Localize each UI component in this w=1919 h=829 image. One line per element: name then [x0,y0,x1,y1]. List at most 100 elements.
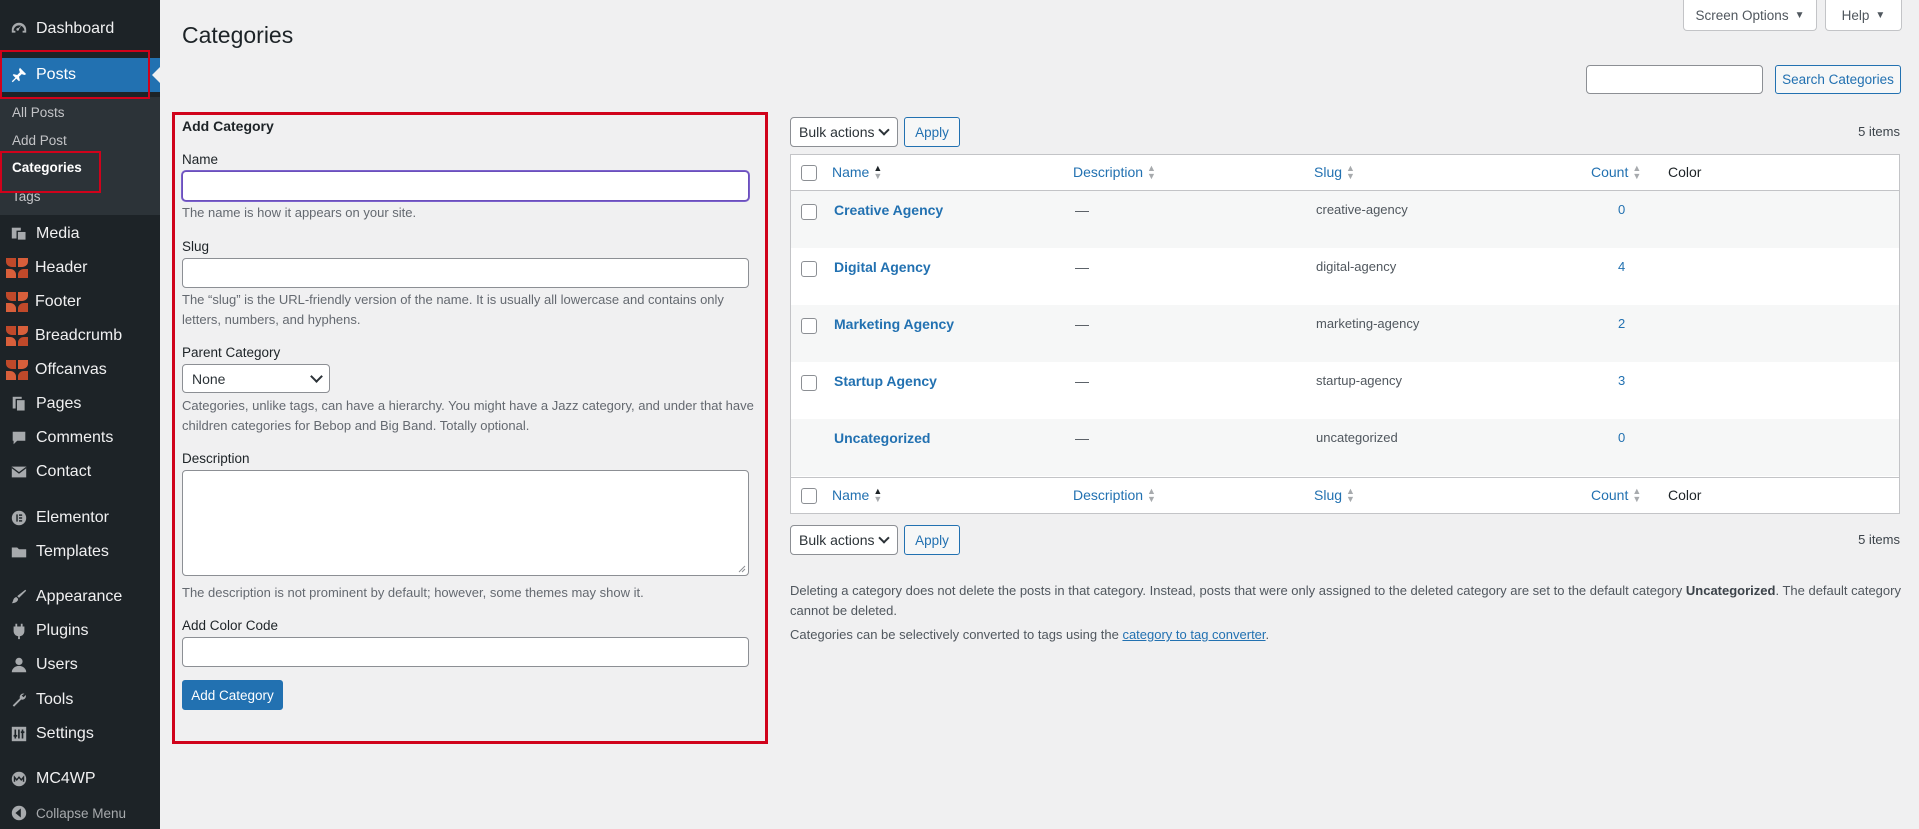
select-all-checkbox[interactable] [801,165,817,181]
collapse-menu-button[interactable]: Collapse Menu [0,796,160,829]
description-textarea[interactable] [182,470,749,576]
sidebar-item-media[interactable]: Media [0,217,160,251]
convert-note-period: . [1265,627,1270,642]
submenu-add-post[interactable]: Add Post [12,133,67,148]
bulk-actions-select-bottom[interactable]: Bulk actions [790,525,898,555]
sort-indicator-icon: ▲ ▼ [1632,486,1642,504]
sidebar-item-label: Dashboard [36,20,115,37]
column-name-label: Name [832,487,870,503]
sidebar-item-offcanvas[interactable]: Offcanvas [0,353,160,387]
apply-button-bottom[interactable]: Apply [904,525,960,555]
category-count-link[interactable]: 2 [1618,316,1625,331]
apply-button-top[interactable]: Apply [904,117,960,147]
add-category-button[interactable]: Add Category [182,680,283,710]
sidebar-item-templates[interactable]: Templates [0,535,160,569]
sidebar-item-dashboard[interactable]: Dashboard [0,12,160,46]
select-all-checkbox-bottom[interactable] [801,488,817,504]
description-label: Description [182,451,250,466]
row-checkbox[interactable] [801,375,817,391]
sidebar-item-label: Posts [36,66,77,83]
category-name-link[interactable]: Creative Agency [834,202,943,218]
page-title: Categories [182,22,294,48]
column-count-sort[interactable]: Count ▲ ▼ [1591,163,1642,181]
parent-category-select[interactable]: None [182,364,330,393]
paintbrush-icon [9,587,29,607]
sidebar-item-label: Pages [36,395,82,412]
bulk-actions-label: Bulk actions [799,532,875,548]
column-name-sort[interactable]: Name ▲ ▼ [832,487,882,504]
sidebar-item-pages[interactable]: Pages [0,387,160,421]
bulk-actions-select-top[interactable]: Bulk actions [790,117,898,147]
item-count-top: 5 items [1858,124,1900,139]
help-button[interactable]: Help ▼ [1825,0,1902,31]
parent-help-text-line1: Categories, unlike tags, can have a hier… [182,398,754,413]
sort-indicator-icon: ▲ ▼ [1632,163,1642,181]
color-code-field[interactable] [182,637,749,667]
submenu-categories[interactable]: Categories [12,160,82,175]
sort-indicator-icon: ▲ ▼ [873,163,883,181]
table-row: Marketing Agency — marketing-agency 2 [791,305,1899,362]
table-row: Startup Agency — startup-agency 3 [791,362,1899,419]
submenu-all-posts[interactable]: All Posts [12,105,65,120]
column-count-sort[interactable]: Count ▲ ▼ [1591,486,1642,504]
column-slug-label: Slug [1314,164,1343,180]
sidebar-item-elementor[interactable]: Elementor [0,501,160,535]
table-row: Uncategorized — uncategorized 0 [791,419,1899,476]
column-slug-sort[interactable]: Slug ▲ ▼ [1314,487,1355,504]
category-count-link[interactable]: 4 [1618,259,1625,274]
parent-category-label: Parent Category [182,345,281,360]
category-name-link[interactable]: Marketing Agency [834,316,954,332]
sidebar-item-header[interactable]: Header [0,251,160,285]
category-count-link[interactable]: 0 [1618,202,1625,217]
sidebar-item-plugins[interactable]: Plugins [0,614,160,648]
category-slug: creative-agency [1316,202,1408,217]
category-name-link[interactable]: Digital Agency [834,259,931,275]
name-field[interactable] [182,171,749,201]
search-categories-button[interactable]: Search Categories [1775,65,1901,94]
column-slug-sort[interactable]: Slug ▲ ▼ [1314,164,1355,181]
category-count-link[interactable]: 0 [1618,430,1625,445]
sidebar-item-users[interactable]: Users [0,648,160,682]
bulk-actions-label: Bulk actions [799,124,875,140]
category-name-link[interactable]: Uncategorized [834,430,930,446]
sidebar-item-comments[interactable]: Comments [0,421,160,455]
row-checkbox[interactable] [801,261,817,277]
sidebar-item-label: Tools [36,691,74,708]
category-count-link[interactable]: 3 [1618,373,1625,388]
chevron-down-icon [878,124,890,136]
column-description-sort[interactable]: Description ▲ ▼ [1073,164,1156,181]
column-name-label: Name [832,164,870,180]
search-input[interactable] [1586,65,1763,94]
categories-table: Name ▲ ▼ Description ▲ ▼ Slug ▲ ▼ Count ▲ ▼ … [790,154,1900,514]
folder-icon [9,542,29,562]
sidebar-item-mc4wp[interactable]: MC4WP [0,762,160,796]
column-name-sort[interactable]: Name ▲ ▼ [832,163,883,181]
sidebar-item-breadcrumb[interactable]: Breadcrumb [0,319,160,353]
column-description-sort[interactable]: Description ▲ ▼ [1073,487,1156,504]
slug-field[interactable] [182,258,749,288]
delete-note-text-end: . The default category [1775,583,1901,598]
row-checkbox[interactable] [801,318,817,334]
sidebar-item-posts[interactable]: Posts [0,58,160,92]
row-checkbox[interactable] [801,204,817,220]
delete-note-line2: cannot be deleted. [790,603,897,618]
mail-icon [9,462,29,482]
sidebar-item-tools[interactable]: Tools [0,683,160,717]
sidebar-item-settings[interactable]: Settings [0,717,160,751]
column-description-label: Description [1073,164,1144,180]
category-name-link[interactable]: Startup Agency [834,373,937,389]
sidebar-item-appearance[interactable]: Appearance [0,580,160,614]
submenu-tags[interactable]: Tags [12,189,41,204]
resize-handle-icon[interactable] [738,565,746,573]
sidebar-item-label: Breadcrumb [35,327,123,344]
sidebar-item-contact[interactable]: Contact [0,455,160,489]
screen-options-button[interactable]: Screen Options ▼ [1683,0,1817,31]
sidebar-item-label: MC4WP [36,770,96,787]
slug-help-text-line1: The “slug” is the URL-friendly version o… [182,292,724,307]
dashboard-icon [9,19,29,39]
user-icon [9,655,29,675]
collapse-icon [9,803,29,823]
sidebar-item-footer[interactable]: Footer [0,285,160,319]
category-description: — [1075,259,1089,275]
category-to-tag-converter-link[interactable]: category to tag converter [1122,627,1265,642]
